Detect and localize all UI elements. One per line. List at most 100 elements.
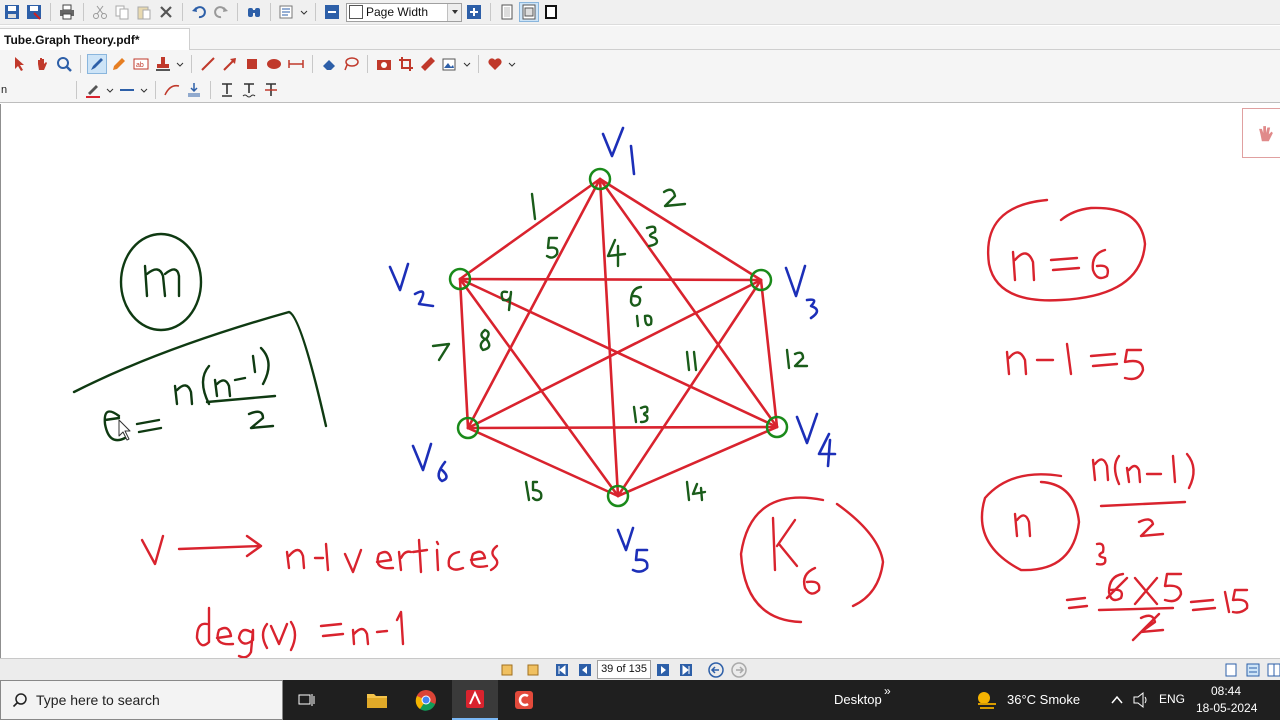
document-tab-bar: Tube.Graph Theory.pdf*	[0, 26, 1280, 50]
language-indicator[interactable]: ENG	[1159, 692, 1185, 706]
flatten-icon[interactable]	[184, 80, 204, 100]
text-strikeout-icon[interactable]	[261, 80, 281, 100]
chrome-icon[interactable]	[403, 680, 449, 720]
clock-date[interactable]: 18-05-2024	[1196, 701, 1257, 715]
text-box-icon[interactable]: ab	[131, 54, 151, 74]
smooth-curve-icon[interactable]	[162, 80, 182, 100]
zoom-tool-icon[interactable]	[54, 54, 74, 74]
formula-fraction	[173, 346, 277, 430]
line-width-icon[interactable]	[117, 80, 137, 100]
zoom-in-icon[interactable]	[464, 2, 484, 22]
bookmark-back-icon[interactable]	[500, 662, 516, 678]
graph-vertices	[448, 167, 789, 508]
continuous-view-icon[interactable]	[1245, 662, 1261, 678]
file-explorer-icon[interactable]	[354, 680, 400, 720]
redo-icon[interactable]	[211, 2, 231, 22]
cut-icon[interactable]	[90, 2, 110, 22]
last-page-icon[interactable]	[678, 662, 694, 678]
annotation-toolbar: ab	[0, 50, 1280, 77]
tab-title: Tube.Graph Theory.pdf*	[4, 33, 140, 47]
properties-icon[interactable]	[277, 2, 297, 22]
task-view-icon[interactable]	[284, 680, 330, 720]
page-number-field[interactable]: 39 of 135	[597, 660, 651, 679]
go-back-icon[interactable]	[708, 662, 724, 678]
select-icon[interactable]	[10, 54, 30, 74]
measure-icon[interactable]	[286, 54, 306, 74]
handwritten-annotations	[72, 126, 1249, 658]
camtasia-icon[interactable]	[501, 680, 547, 720]
search-icon	[12, 693, 27, 708]
chevron-down-icon[interactable]	[139, 80, 149, 100]
copy-icon[interactable]	[112, 2, 132, 22]
text-squiggly-icon[interactable]	[239, 80, 259, 100]
right-notes	[739, 198, 1249, 642]
pen-icon[interactable]	[87, 53, 107, 74]
go-forward-icon[interactable]	[731, 662, 747, 678]
windows-taskbar: Type here to search Desktop » 36°C Smoke…	[0, 680, 1280, 720]
chevron-up-icon[interactable]	[1111, 695, 1123, 705]
clock-time[interactable]: 08:44	[1211, 684, 1241, 698]
pdf-page-canvas[interactable]	[0, 104, 1280, 658]
two-page-icon[interactable]	[519, 2, 539, 22]
undo-icon[interactable]	[189, 2, 209, 22]
next-page-icon[interactable]	[655, 662, 671, 678]
page-navigation-bar: 39 of 135	[0, 658, 1280, 680]
favorite-icon[interactable]	[485, 54, 505, 74]
panel-label: n	[1, 83, 8, 96]
svg-text:ab: ab	[136, 62, 144, 69]
camera-icon[interactable]	[374, 54, 394, 74]
page-width-icon	[349, 5, 363, 19]
hand-icon	[1259, 126, 1273, 142]
save-as-icon[interactable]	[24, 2, 44, 22]
pdf-editor-window: Page Width Tube.Graph Theory.pdf* ab n 3…	[0, 0, 1280, 720]
desktop-chevron-icon[interactable]: »	[884, 684, 891, 698]
save-icon[interactable]	[2, 2, 22, 22]
taskbar-search[interactable]: Type here to search	[0, 680, 283, 720]
text-underline-icon[interactable]	[217, 80, 237, 100]
chevron-down-icon[interactable]	[507, 54, 517, 74]
ellipse-icon[interactable]	[264, 54, 284, 74]
print-icon[interactable]	[57, 2, 77, 22]
insert-image-icon[interactable]	[440, 54, 460, 74]
chevron-down-icon[interactable]	[299, 2, 309, 22]
first-page-icon[interactable]	[554, 662, 570, 678]
paste-icon[interactable]	[134, 2, 154, 22]
eraser-icon[interactable]	[319, 54, 339, 74]
crop-icon[interactable]	[396, 54, 416, 74]
zoom-out-icon[interactable]	[322, 2, 342, 22]
chevron-down-icon[interactable]	[105, 80, 115, 100]
hand-tool-button[interactable]	[1242, 108, 1280, 158]
chevron-down-icon[interactable]	[175, 54, 185, 74]
chevron-down-icon[interactable]	[462, 54, 472, 74]
weather-text[interactable]: 36°C Smoke	[1007, 692, 1080, 707]
delete-icon[interactable]	[156, 2, 176, 22]
stamp-icon[interactable]	[153, 54, 173, 74]
rectangle-icon[interactable]	[242, 54, 262, 74]
single-page-icon[interactable]	[497, 2, 517, 22]
edge-number-labels	[431, 188, 809, 502]
find-icon[interactable]	[244, 2, 264, 22]
line-icon[interactable]	[198, 54, 218, 74]
fullscreen-icon[interactable]	[541, 2, 561, 22]
pdf-editor-icon[interactable]	[452, 680, 498, 720]
formula-left	[72, 232, 328, 442]
chevron-down-icon[interactable]	[447, 3, 461, 21]
zoom-dropdown[interactable]: Page Width	[346, 2, 462, 22]
bookmark-forward-icon[interactable]	[524, 662, 540, 678]
properties-toolbar: n	[0, 77, 1280, 103]
pencil-icon[interactable]	[109, 54, 129, 74]
single-page-view-icon[interactable]	[1223, 662, 1239, 678]
weather-icon[interactable]	[974, 689, 998, 711]
bottom-notes	[140, 534, 499, 658]
tab-graph-theory[interactable]: Tube.Graph Theory.pdf*	[0, 28, 190, 50]
arrow-icon[interactable]	[220, 54, 240, 74]
facing-view-icon[interactable]	[1266, 662, 1280, 678]
lasso-icon[interactable]	[341, 54, 361, 74]
stroke-color-icon[interactable]	[83, 80, 103, 100]
search-placeholder: Type here to search	[36, 692, 160, 708]
ruler-icon[interactable]	[418, 54, 438, 74]
hand-icon[interactable]	[32, 54, 52, 74]
volume-icon[interactable]	[1133, 691, 1149, 709]
previous-page-icon[interactable]	[577, 662, 593, 678]
desktop-toolbar-label[interactable]: Desktop	[834, 692, 882, 707]
